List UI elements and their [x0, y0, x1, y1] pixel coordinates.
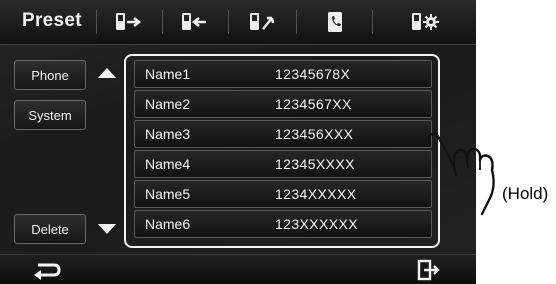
transfer-in-icon[interactable]	[178, 8, 212, 36]
divider	[228, 10, 229, 34]
phone-preset-screen: Preset Phone System Delete Name1 1234567…	[0, 0, 476, 284]
entry-number: 1234XXXXX	[275, 186, 357, 202]
phone-settings-icon[interactable]	[408, 8, 442, 36]
preset-list: Name1 12345678X Name2 1234567XX Name3 12…	[124, 54, 440, 248]
entry-number: 123XXXXXX	[275, 216, 358, 232]
entry-name: Name4	[145, 156, 191, 172]
divider	[296, 10, 297, 34]
phone-button[interactable]: Phone	[14, 60, 86, 90]
top-bar: Preset	[0, 0, 476, 45]
exit-icon[interactable]	[416, 259, 440, 284]
phonebook-icon[interactable]	[318, 8, 352, 36]
list-item[interactable]: Name6 123XXXXXX	[134, 210, 432, 238]
system-button[interactable]: System	[14, 100, 86, 130]
list-item[interactable]: Name5 1234XXXXX	[134, 180, 432, 208]
transfer-out-icon[interactable]	[112, 8, 146, 36]
entry-number: 1234567XX	[275, 96, 352, 112]
divider	[96, 10, 97, 34]
touch-hand-icon	[420, 130, 504, 221]
edit-entry-icon[interactable]	[246, 8, 280, 36]
entry-number: 12345678X	[275, 66, 351, 82]
scroll-up-icon[interactable]	[95, 64, 119, 82]
divider	[162, 10, 163, 34]
hold-annotation: (Hold)	[502, 184, 549, 203]
delete-button[interactable]: Delete	[14, 214, 86, 244]
entry-number: 12345XXXX	[275, 156, 355, 172]
entry-name: Name3	[145, 126, 191, 142]
back-icon[interactable]	[30, 259, 62, 284]
divider	[372, 10, 373, 34]
entry-name: Name6	[145, 216, 191, 232]
page-title: Preset	[22, 10, 82, 31]
bottom-bar	[0, 254, 476, 284]
entry-name: Name5	[145, 186, 191, 202]
entry-name: Name2	[145, 96, 191, 112]
list-item[interactable]: Name3 123456XXX	[134, 120, 432, 148]
list-item[interactable]: Name4 12345XXXX	[134, 150, 432, 178]
entry-number: 123456XXX	[275, 126, 354, 142]
scroll-down-icon[interactable]	[95, 220, 119, 238]
entry-name: Name1	[145, 66, 191, 82]
list-item[interactable]: Name2 1234567XX	[134, 90, 432, 118]
list-item[interactable]: Name1 12345678X	[134, 60, 432, 88]
